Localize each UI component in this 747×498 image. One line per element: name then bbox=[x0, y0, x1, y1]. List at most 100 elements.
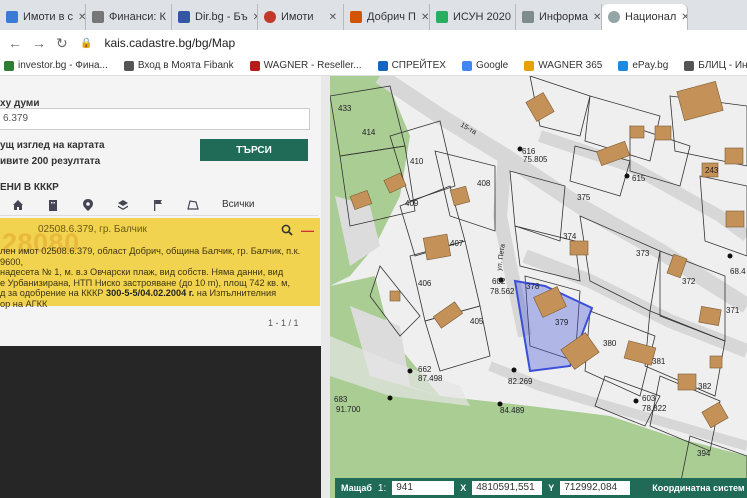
parcel-label: 382 bbox=[698, 382, 712, 391]
address-bar: ← → ↻ 🔒 kais.cadastre.bg/bg/Map bbox=[0, 30, 747, 56]
url-field[interactable]: kais.cadastre.bg/bg/Map bbox=[104, 36, 235, 50]
tab-favicon-icon bbox=[264, 11, 276, 23]
tab-7[interactable]: Информа ✕ bbox=[516, 4, 602, 30]
parcel-label: 414 bbox=[362, 128, 376, 137]
parcel-label: 374 bbox=[563, 232, 577, 241]
bookmark-8[interactable]: БЛИЦ - Информаци... bbox=[684, 60, 747, 71]
elevation-label: 68.4 bbox=[730, 267, 746, 276]
bookmark-5[interactable]: Google bbox=[461, 60, 508, 71]
home-icon[interactable] bbox=[0, 194, 35, 216]
all-filter[interactable]: Всички bbox=[210, 199, 254, 210]
bookmark-icon bbox=[249, 60, 260, 71]
reload-icon[interactable]: ↻ bbox=[56, 35, 68, 52]
result-card[interactable]: 28080 02508.6.379, гр. Балчик — лен имот… bbox=[0, 218, 320, 309]
zoom-to-icon[interactable] bbox=[281, 224, 293, 239]
point-id-label: 615 bbox=[632, 174, 646, 183]
elevation-label: 75.805 bbox=[523, 155, 548, 164]
browser-tabstrip: Имоти в с✕ Финанси: К✕ Dir.bg - Бъ✕ Имот… bbox=[0, 0, 747, 30]
coordinate-system-label[interactable]: Координатна систем bbox=[652, 483, 744, 493]
filter-toolbar: Всички bbox=[0, 194, 318, 216]
lock-icon[interactable]: 🔒 bbox=[80, 38, 92, 49]
bookmark-3[interactable]: WAGNER - Reseller... bbox=[249, 60, 362, 71]
point-id-label: 683 bbox=[334, 395, 348, 404]
x-label: X bbox=[460, 483, 467, 493]
elevation-label: 82.269 bbox=[508, 377, 533, 386]
parcel-label: 408 bbox=[477, 179, 491, 188]
parcel-label: 373 bbox=[636, 249, 650, 258]
back-icon[interactable]: ← bbox=[8, 35, 22, 51]
close-icon[interactable]: ✕ bbox=[681, 12, 687, 23]
tab-favicon-icon bbox=[522, 11, 534, 23]
bookmark-7[interactable]: ePay.bg bbox=[618, 60, 668, 71]
scale-input[interactable]: 941 bbox=[392, 481, 455, 495]
search-input[interactable]: 6.379 bbox=[0, 108, 310, 130]
close-icon[interactable]: ✕ bbox=[421, 12, 429, 23]
bookmarks-bar: investor.bg - Фина... Вход в Моята Fiban… bbox=[0, 56, 747, 76]
bookmark-icon bbox=[123, 60, 134, 71]
parcel-label: 405 bbox=[470, 317, 484, 326]
point-id-label: 602 bbox=[492, 277, 506, 286]
bookmark-icon bbox=[377, 60, 388, 71]
tab-1[interactable]: Имоти в с ✕ bbox=[0, 4, 86, 30]
tab-8[interactable]: Национал✕ bbox=[602, 4, 688, 30]
scale-prefix: 1: bbox=[377, 482, 387, 494]
search-button[interactable]: ТЪРСИ bbox=[200, 139, 308, 161]
google-icon bbox=[461, 60, 472, 71]
tab-2[interactable]: Финанси: К✕ bbox=[86, 4, 172, 30]
bookmark-icon bbox=[684, 60, 695, 71]
bookmark-1[interactable]: investor.bg - Фина... bbox=[4, 60, 108, 71]
panel-shadow-area bbox=[0, 346, 330, 498]
approval-order: 300-5-5/04.02.2004 г. bbox=[106, 288, 195, 298]
tab-favicon-icon bbox=[436, 11, 448, 23]
parcel-label: 409 bbox=[405, 199, 419, 208]
tab-favicon-icon bbox=[608, 11, 620, 23]
parcel-label: 410 bbox=[410, 157, 424, 166]
bookmark-4[interactable]: СПРЕЙТЕХ bbox=[377, 60, 446, 71]
tab-5[interactable]: Добрич П ✕ bbox=[344, 4, 430, 30]
elevation-label: 84.489 bbox=[500, 406, 525, 415]
parcel-label: 433 bbox=[338, 104, 352, 113]
road bbox=[538, 130, 747, 241]
tab-3[interactable]: Dir.bg - Бъ✕ bbox=[172, 4, 258, 30]
x-coordinate-field[interactable]: 4810591,551 bbox=[472, 481, 543, 495]
parcel-label: 406 bbox=[418, 279, 432, 288]
map-canvas[interactable]: 414 433 410 409 408 407 406 405 375 374 … bbox=[330, 76, 747, 498]
flag-icon[interactable] bbox=[140, 194, 175, 216]
point-id-label: 603 bbox=[642, 394, 656, 403]
tab-favicon-icon bbox=[6, 11, 18, 23]
building-icon[interactable] bbox=[35, 194, 70, 216]
location-pin-icon[interactable] bbox=[70, 194, 105, 216]
elevation-label: 87.498 bbox=[418, 374, 443, 383]
panel-divider[interactable] bbox=[321, 76, 330, 498]
close-icon[interactable]: ✕ bbox=[78, 12, 85, 23]
tab-favicon-icon bbox=[350, 11, 362, 23]
parcel-label: 375 bbox=[577, 193, 591, 202]
close-icon[interactable]: ✕ bbox=[329, 12, 337, 23]
first-200-results-checkbox-label[interactable]: ивите 200 резултата bbox=[0, 156, 100, 167]
result-description: лен имот 02508.6.379, област Добрич, общ… bbox=[0, 246, 301, 309]
kkkr-section-label: ЕНИ В КККР bbox=[0, 182, 59, 193]
layers-icon[interactable] bbox=[105, 194, 140, 216]
polygon-icon[interactable] bbox=[175, 194, 210, 216]
bookmark-6[interactable]: WAGNER 365 bbox=[524, 60, 602, 71]
screen: Имоти в с✕ Финанси: К✕ Dir.bg - Бъ✕ Имот… bbox=[0, 0, 747, 498]
remove-icon[interactable]: — bbox=[301, 223, 314, 238]
bookmark-icon bbox=[524, 60, 535, 71]
tab-4[interactable]: Имоти ✕ bbox=[258, 4, 344, 30]
parcel-label: 394 bbox=[697, 449, 711, 458]
tab-favicon-icon bbox=[92, 11, 104, 23]
bookmark-icon bbox=[4, 60, 14, 71]
cadastral-map[interactable]: 414 433 410 409 408 407 406 405 375 374 … bbox=[330, 76, 747, 498]
parcel-label: 381 bbox=[652, 357, 666, 366]
close-icon[interactable]: ✕ bbox=[593, 12, 601, 23]
forward-icon[interactable]: → bbox=[32, 35, 46, 51]
current-view-checkbox-label[interactable]: ущ изглед на картата bbox=[0, 140, 105, 151]
parcel-label: 378 bbox=[526, 282, 540, 291]
bookmark-2[interactable]: Вход в Моята Fibank bbox=[123, 60, 234, 71]
parcel-label: 379 bbox=[555, 318, 569, 327]
y-coordinate-field[interactable]: 712992,084 bbox=[560, 481, 631, 495]
result-title: 02508.6.379, гр. Балчик bbox=[38, 224, 147, 235]
scale-label: Мащаб bbox=[341, 483, 372, 493]
parcel-label: 243 bbox=[705, 166, 719, 175]
tab-6[interactable]: ИСУН 2020✕ bbox=[430, 4, 516, 30]
